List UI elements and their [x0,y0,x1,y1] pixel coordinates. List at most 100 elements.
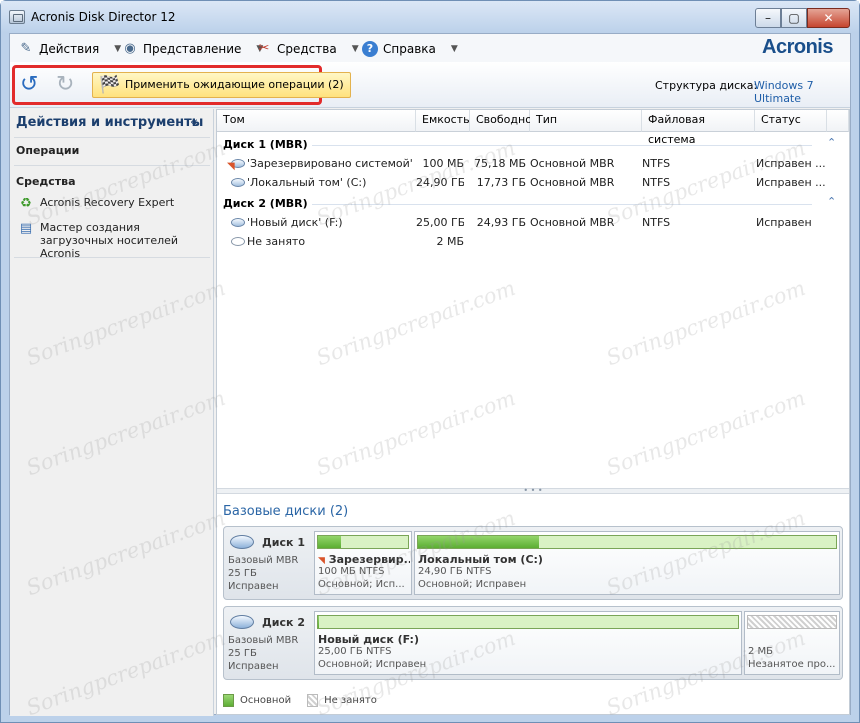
column-header-filler [827,110,849,132]
legend: Основной Не занято [223,694,377,707]
menu-bar: ✎ Действия ▼ ◉ Представление ▼ ✂ Средств… [10,34,850,62]
volume-status: Исправен [756,216,812,229]
column-header-volume[interactable]: Том [217,110,416,132]
disk-group-header: Диск 2 (MBR) [223,197,308,210]
disk-structure-link[interactable]: Windows 7 Ultimate [754,79,850,105]
partition-status: Основной; Исп... [318,579,405,590]
disk-icon [230,535,254,549]
volume-name: 'Зарезервировано системой' [247,157,413,170]
volume-free: 75,18 МБ [473,157,526,170]
disk-card[interactable]: Диск 2 Базовый MBR 25 ГБ Исправен Новый … [223,606,843,680]
column-header-filesystem[interactable]: Файловая система [642,110,755,146]
disk-group-header: Диск 1 (MBR) [223,138,308,151]
operations-section-title: Операции [16,144,80,157]
app-body: ✎ Действия ▼ ◉ Представление ▼ ✂ Средств… [9,33,851,716]
menu-view-label: Представление [143,42,242,56]
divider [14,165,210,166]
apply-pending-operations-label: Применить ожидающие операции (2) [125,78,344,91]
partition-size: 25,00 ГБ NTFS [318,646,392,657]
column-header-status[interactable]: Статус [755,110,827,132]
menu-help[interactable]: ? Справка ▼ [362,40,458,58]
volume-status: Исправен ... [756,157,826,170]
table-row[interactable]: 'Зарезервировано системой' ◥ 100 МБ 75,1… [217,154,849,173]
partition-name: ◥ Зарезервир... [318,553,410,566]
apply-pending-operations-button[interactable]: 🏁 Применить ожидающие операции (2) [92,72,351,98]
disk-name: Диск 1 [262,536,305,549]
collapse-up-icon[interactable]: ⌃ [827,136,836,149]
menu-actions-label: Действия [39,42,100,56]
partition-name: Новый диск (F:) [318,633,419,646]
table-row[interactable]: 'Локальный том' (C:) 24,90 ГБ 17,73 ГБ О… [217,173,849,192]
volume-capacity: 100 МБ [422,157,464,170]
unallocated-bar [747,615,837,629]
chevron-down-icon: ▼ [114,44,122,54]
collapse-up-icon[interactable]: ⌃ [827,195,836,208]
menu-tools[interactable]: ✂ Средства ▼ [256,40,359,58]
column-header-free[interactable]: Свободно [470,110,532,132]
media-builder-icon: ▤ [19,221,33,236]
volume-type: Основной MBR [530,216,615,229]
table-row[interactable]: Не занято 2 МБ [217,232,849,251]
menu-actions[interactable]: ✎ Действия ▼ [18,40,122,58]
disk-card[interactable]: Диск 1 Базовый MBR 25 ГБ Исправен ◥ Заре… [223,526,843,600]
column-header-type[interactable]: Тип [530,110,642,132]
main-pane: Том Емкость Свободно Тип Файловая систем… [216,109,850,715]
legend-primary-label: Основной [240,695,292,706]
partition-block[interactable]: Локальный том (C:) 24,90 ГБ NTFS Основно… [414,531,840,595]
table-row[interactable]: 'Новый диск' (F:) 25,00 ГБ 24,93 ГБ Осно… [217,213,849,232]
volume-type: Основной MBR [530,176,615,189]
partition-usage-fill [318,536,341,548]
collapse-icon[interactable]: « [190,115,198,130]
disk-name: Диск 2 [262,616,305,629]
disk-status: Исправен [228,661,279,672]
maximize-button[interactable]: ▢ [781,8,807,28]
volume-icon [231,218,245,227]
pane-splitter[interactable]: • • • [217,487,849,495]
eye-icon: ◉ [124,41,136,56]
partition-status: Незанятое про... [748,659,836,670]
unallocated-block[interactable]: 2 МБ Незанятое про... [744,611,840,675]
panel-title: Действия и инструменты [16,115,204,130]
checkered-flag-icon: 🏁 [99,75,121,95]
volume-capacity: 2 МБ [436,235,464,248]
acronis-logo: Acronis [762,36,833,58]
volume-capacity: 25,00 ГБ [416,216,464,229]
column-header-capacity[interactable]: Емкость [416,110,470,132]
app-icon [9,10,25,24]
volume-name: Не занято [247,235,306,248]
disk-structure-label: Структура диска: [655,79,758,92]
tools-section-title: Средства [16,175,76,188]
disk-size: 25 ГБ [228,568,257,579]
help-icon: ? [362,41,378,57]
menu-help-label: Справка [383,42,436,56]
redo-icon[interactable]: ↻ [56,74,74,96]
volume-filesystem: NTFS [642,176,671,189]
tool-recovery-expert[interactable]: ♻ Acronis Recovery Expert [18,196,174,212]
window-title: Acronis Disk Director 12 [31,10,176,24]
actions-icon: ✎ [20,41,32,56]
menu-view[interactable]: ◉ Представление ▼ [122,40,263,58]
toolbar: ↺ ↻ 🏁 Применить ожидающие операции (2) С… [10,62,850,108]
partition-usage-bar [417,535,837,549]
legend-unallocated-label: Не занято [324,695,377,706]
close-button[interactable]: ✕ [807,8,850,28]
disk-status: Исправен [228,581,279,592]
partition-usage-fill [318,616,320,628]
partition-usage-fill [418,536,540,548]
volume-filesystem: NTFS [642,216,671,229]
disk-type: Базовый MBR [228,555,299,566]
partition-block[interactable]: ◥ Зарезервир... 100 МБ NTFS Основной; Ис… [314,531,412,595]
tool-bootable-media-builder[interactable]: ▤ Мастер создания загрузочных носителей … [18,221,208,260]
legend-unallocated-swatch [307,694,319,707]
volume-name: 'Новый диск' (F:) [247,216,343,229]
partition-block[interactable]: Новый диск (F:) 25,00 ГБ NTFS Основной; … [314,611,742,675]
partition-usage-bar [317,535,409,549]
undo-icon[interactable]: ↺ [20,74,38,96]
recovery-expert-icon: ♻ [20,196,32,211]
pending-change-icon: ◥ [318,556,325,566]
volume-status: Исправен ... [756,176,826,189]
minimize-button[interactable]: – [755,8,781,28]
title-bar: Acronis Disk Director 12 – ▢ ✕ [1,1,859,33]
tool-label: Acronis Recovery Expert [40,196,175,209]
partition-status: Основной; Исправен [318,659,427,670]
